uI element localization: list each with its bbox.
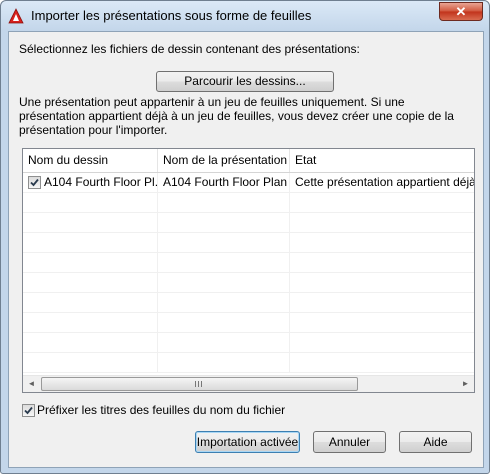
checkmark-icon [24, 406, 33, 415]
empty-row [23, 253, 474, 273]
column-header-drawing-name[interactable]: Nom du dessin [23, 149, 158, 172]
empty-row [23, 293, 474, 313]
empty-row [23, 313, 474, 333]
grip-icon [195, 381, 203, 387]
close-button[interactable]: ✕ [439, 2, 483, 21]
table-row[interactable]: A104 Fourth Floor Pl... A104 Fourth Floo… [23, 173, 474, 193]
empty-row [23, 233, 474, 253]
cancel-button[interactable]: Annuler [313, 431, 386, 453]
empty-row [23, 273, 474, 293]
title-bar[interactable]: Importer les présentations sous forme de… [1, 1, 489, 31]
row-checkbox[interactable] [28, 176, 41, 189]
cell-status: Cette présentation appartient déjà à [295, 175, 474, 189]
horizontal-scrollbar[interactable]: ◄ ► [23, 375, 474, 392]
import-layouts-dialog: Importer les présentations sous forme de… [0, 0, 490, 474]
scroll-right-icon[interactable]: ► [457, 376, 474, 392]
browse-drawings-button[interactable]: Parcourir les dessins... [156, 71, 334, 92]
column-header-status[interactable]: Etat [290, 149, 474, 172]
column-header-layout-name[interactable]: Nom de la présentation [158, 149, 290, 172]
prefix-titles-checkbox[interactable] [22, 404, 35, 417]
empty-row [23, 213, 474, 233]
layouts-list[interactable]: Nom du dessin Nom de la présentation Eta… [22, 148, 475, 393]
dialog-body: Sélectionnez les fichiers de dessin cont… [8, 31, 484, 468]
cell-drawing-name: A104 Fourth Floor Pl... [41, 173, 158, 192]
empty-row [23, 193, 474, 213]
help-button[interactable]: Aide [399, 431, 472, 453]
autocad-logo-icon [8, 8, 24, 24]
prefix-titles-label[interactable]: Préfixer les titres des feuilles du nom … [37, 403, 285, 417]
scroll-left-icon[interactable]: ◄ [23, 376, 40, 392]
empty-row [23, 333, 474, 353]
scrollbar-thumb[interactable] [41, 377, 358, 391]
import-button[interactable]: Importation activée [195, 431, 300, 453]
cell-layout-name: A104 Fourth Floor Plan [158, 173, 290, 192]
checkmark-icon [30, 178, 39, 187]
select-files-label: Sélectionnez les fichiers de dessin cont… [19, 42, 360, 56]
info-text: Une présentation peut appartenir à un je… [19, 95, 454, 137]
window-title: Importer les présentations sous forme de… [31, 8, 312, 23]
list-header: Nom du dessin Nom de la présentation Eta… [23, 149, 474, 173]
close-icon: ✕ [455, 4, 467, 19]
empty-row [23, 353, 474, 373]
